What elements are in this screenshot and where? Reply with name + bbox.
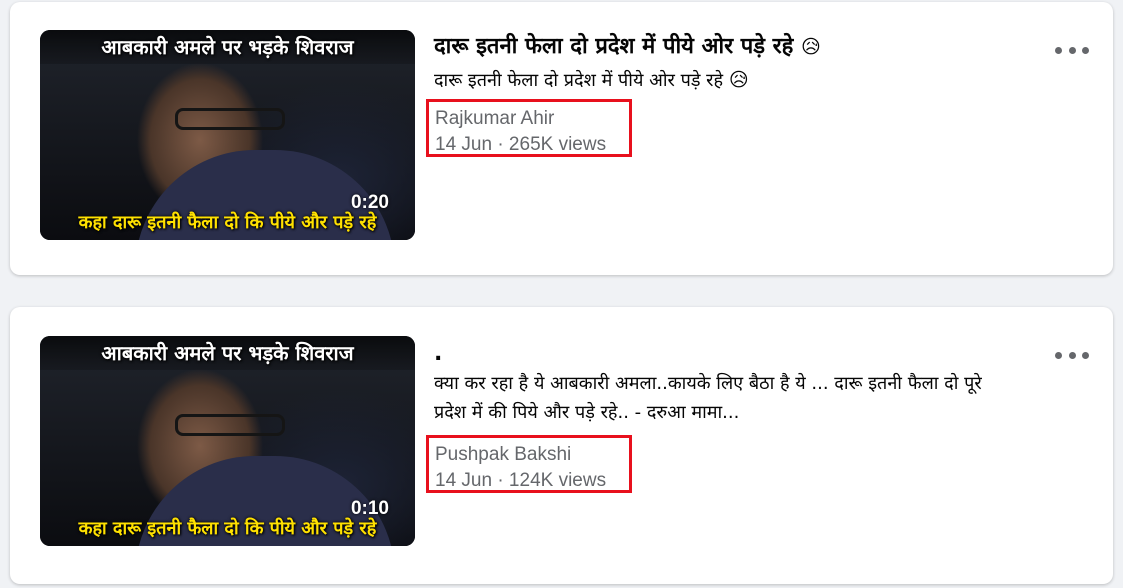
video-thumbnail[interactable]: आबकारी अमले पर भड़के शिवराज कहा दारू इतन… [40,336,415,546]
video-duration: 0:10 [350,498,389,519]
video-description-text: दारू इतनी फेला दो प्रदेश में पीये ओर पड़… [434,70,724,91]
more-horizontal-icon[interactable] [1055,343,1089,367]
author-name[interactable]: Rajkumar Ahir [435,106,629,132]
video-result-card: आबकारी अमले पर भड़के शिवराज कहा दारू इतन… [10,307,1113,584]
video-description: दारू इतनी फेला दो प्रदेश में पीये ओर पड़… [434,66,1004,95]
thumbnail-top-caption: आबकारी अमले पर भड़के शिवराज [40,30,415,64]
post-date-views: 14 Jun · 265K views [435,134,607,155]
post-date-views: 14 Jun · 124K views [435,470,607,491]
video-title[interactable]: . [434,341,442,366]
sad-face-emoji-icon: 😥 [728,69,749,91]
video-description-text: क्या कर रहा है ये आबकारी अमला..कायके लिए… [434,373,982,423]
author-name[interactable]: Pushpak Bakshi [435,442,629,468]
video-result-card: आबकारी अमले पर भड़के शिवराज कहा दारू इतन… [10,2,1113,275]
video-title-text: . [434,341,443,366]
highlighted-author-meta-box: Rajkumar Ahir 14 Jun · 265K views [426,99,632,157]
more-horizontal-icon[interactable] [1055,38,1089,62]
video-title[interactable]: दारू इतनी फेला दो प्रदेश में पीये ओर पड़… [434,30,821,60]
sad-face-emoji-icon: 😥 [801,36,821,58]
video-description: क्या कर रहा है ये आबकारी अमला..कायके लिए… [434,369,1004,427]
video-title-text: दारू इतनी फेला दो प्रदेश में पीये ओर पड़… [434,34,794,59]
highlighted-author-meta-box: Pushpak Bakshi 14 Jun · 124K views [426,435,632,493]
thumbnail-top-caption: आबकारी अमले पर भड़के शिवराज [40,336,415,370]
video-duration: 0:20 [350,192,389,213]
video-thumbnail[interactable]: आबकारी अमले पर भड़के शिवराज कहा दारू इतन… [40,30,415,240]
